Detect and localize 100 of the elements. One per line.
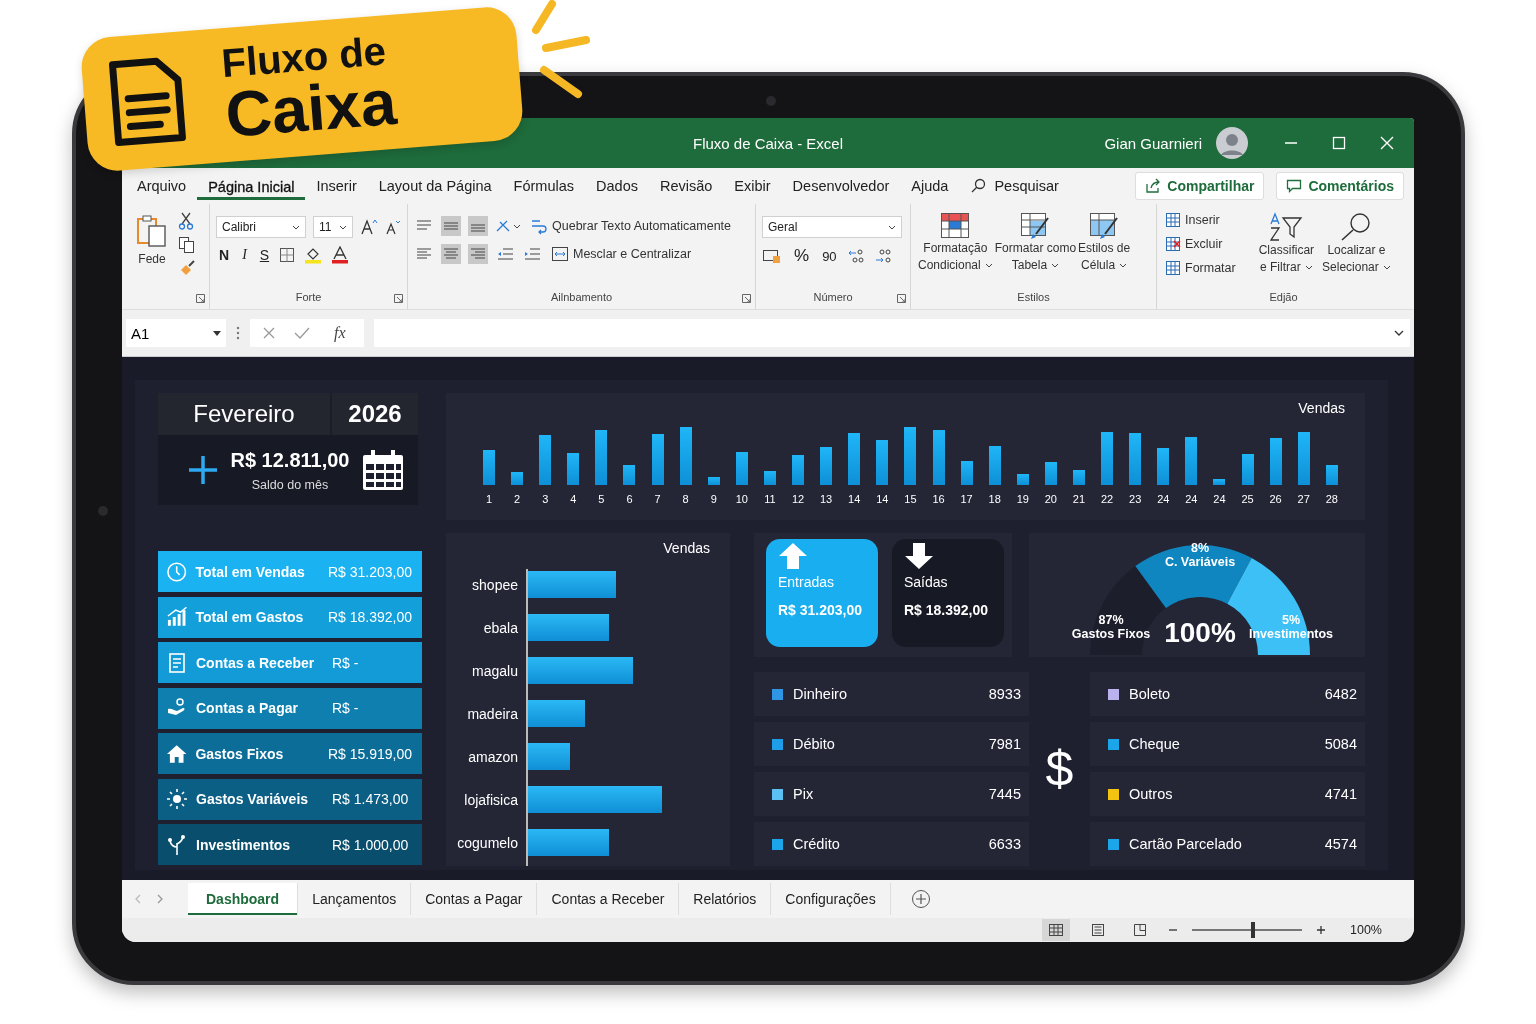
insert-function-button[interactable]: fx	[328, 323, 352, 343]
sheet-tab[interactable]: Lançamentos	[298, 883, 412, 915]
menu-tab[interactable]: Desenvolvedor	[781, 172, 901, 200]
underline-button[interactable]: S	[256, 247, 273, 263]
bar	[848, 432, 861, 485]
add-sheet-icon[interactable]	[910, 889, 931, 909]
caret-icon	[1304, 265, 1313, 270]
styles-button[interactable]: Formatar como Tabela	[993, 208, 1078, 278]
gauge-percent: 8%	[1190, 541, 1210, 555]
sheet-tab[interactable]: Contas a Pagar	[411, 883, 538, 915]
grow-font-icon[interactable]	[360, 219, 378, 235]
bar	[904, 427, 917, 485]
payment-label: Cheque	[1129, 736, 1181, 752]
summary-value: R$ 31.203,00	[327, 563, 412, 580]
sort-filter-button[interactable]: Classificar e Filtrar	[1257, 208, 1316, 280]
scissors-icon[interactable]	[178, 212, 194, 230]
cells-button[interactable]: Excluir	[1163, 236, 1238, 252]
copy-icon[interactable]	[178, 236, 196, 254]
chart-title: Vendas	[1298, 400, 1345, 416]
caret-icon	[339, 224, 347, 230]
styles-button[interactable]: Formatação Condicional	[917, 208, 994, 278]
menu-tab[interactable]: Página Inicial	[197, 172, 306, 200]
maximize-icon[interactable]	[1332, 136, 1346, 150]
more-icon[interactable]	[236, 326, 240, 340]
formula-input[interactable]	[373, 319, 1410, 347]
sheet-tab[interactable]: Dashboard	[188, 883, 299, 915]
search-button[interactable]: Pesquisar	[959, 172, 1070, 200]
find-select-button[interactable]: Localizar e Selecionar	[1321, 208, 1392, 280]
share-button[interactable]: Compartilhar	[1135, 172, 1265, 200]
axis-label: 1	[485, 493, 493, 505]
font-family-dropdown[interactable]: Calibri	[216, 216, 306, 238]
axis-label: ebala	[483, 619, 518, 636]
name-box[interactable]: A1	[126, 319, 226, 347]
user-name: Gian Guarnieri	[1104, 134, 1202, 152]
percent-button[interactable]: %	[791, 246, 813, 266]
payment-value: 4574	[1324, 836, 1357, 852]
comments-button[interactable]: Comentários	[1276, 172, 1404, 200]
menu-tab[interactable]: Fórmulas	[502, 172, 586, 200]
bar	[1185, 436, 1198, 485]
check-icon[interactable]	[294, 326, 310, 340]
bar	[1241, 454, 1254, 485]
bold-button[interactable]: N	[216, 247, 233, 263]
styles-button[interactable]: Estilos de Célula	[1077, 208, 1132, 278]
axis-label: lojafisica	[464, 791, 518, 808]
axis-label: 23	[1129, 493, 1142, 505]
number-format-dropdown[interactable]: Geral	[762, 216, 902, 238]
dialog-launcher-icon[interactable]	[897, 294, 906, 303]
menu-tab[interactable]: Layout da Página	[367, 172, 503, 200]
scroll-right-icon[interactable]	[156, 894, 164, 904]
axis-label: 24	[1185, 493, 1198, 505]
document-icon	[166, 651, 188, 674]
shrink-font-icon[interactable]	[385, 219, 401, 235]
bar	[1213, 478, 1226, 485]
payment-label: Débito	[793, 736, 836, 752]
sheet-tab[interactable]: Relatórios	[679, 883, 772, 915]
axis-label: 28	[1325, 493, 1338, 505]
avatar-icon[interactable]	[1216, 127, 1248, 159]
summary-label: Gastos Fixos	[195, 745, 285, 762]
merge-center-button[interactable]: Mesclar e Centralizar	[549, 245, 694, 263]
axis-label: 13	[820, 493, 833, 505]
normal-view-icon[interactable]	[1042, 919, 1070, 941]
axis-label: 15	[904, 493, 917, 505]
menu-tab[interactable]: Revisão	[648, 172, 724, 200]
menu-tab[interactable]: Dados	[585, 172, 649, 200]
cancel-icon[interactable]	[262, 326, 276, 340]
summary-label: Contas a Pagar	[196, 700, 299, 716]
summary-label: Contas a Receber	[196, 654, 316, 671]
cells-button[interactable]: Inserir	[1163, 212, 1238, 228]
zoom-in-icon[interactable]	[1316, 925, 1326, 935]
payment-value: 7981	[988, 736, 1021, 752]
close-icon[interactable]	[1380, 136, 1394, 150]
chart-title: Vendas	[663, 540, 710, 556]
menu-tab[interactable]: Inserir	[305, 172, 368, 200]
menu-tab[interactable]: Ajuda	[900, 172, 960, 200]
font-size-dropdown[interactable]: 11	[313, 216, 353, 238]
axis-label: 2	[514, 493, 521, 505]
payment-value: 6633	[988, 836, 1021, 852]
cells-button[interactable]: Formatar	[1163, 260, 1238, 276]
dialog-launcher-icon[interactable]	[196, 294, 205, 303]
increase-decimal-icon[interactable]	[846, 247, 867, 265]
thousands-button[interactable]: 90	[819, 248, 840, 264]
axis-label: 3	[542, 493, 549, 505]
font-color-icon[interactable]	[331, 246, 350, 264]
axis-label: 8	[682, 493, 689, 505]
sheet-tab[interactable]: Contas a Receber	[537, 883, 680, 915]
dialog-launcher-icon[interactable]	[394, 294, 403, 303]
gauge-label: Gastos Fixos	[1071, 627, 1151, 641]
decrease-decimal-icon[interactable]	[873, 247, 894, 265]
caret-icon	[1394, 330, 1404, 336]
menu-tab[interactable]: Exibir	[723, 172, 782, 200]
italic-button[interactable]: I	[239, 247, 250, 263]
menu-tab[interactable]: Arquivo	[126, 172, 198, 200]
paste-button[interactable]: Fede	[132, 208, 172, 272]
bar	[623, 465, 636, 485]
bar	[1044, 462, 1057, 485]
dialog-launcher-icon[interactable]	[742, 294, 751, 303]
zoom-thumb[interactable]	[1250, 922, 1255, 938]
wrap-text-button[interactable]: Quebrar Texto Automaticamente	[528, 217, 734, 235]
summary-value: R$ -	[332, 700, 359, 716]
sheet-tab[interactable]: Configurações	[771, 883, 891, 915]
